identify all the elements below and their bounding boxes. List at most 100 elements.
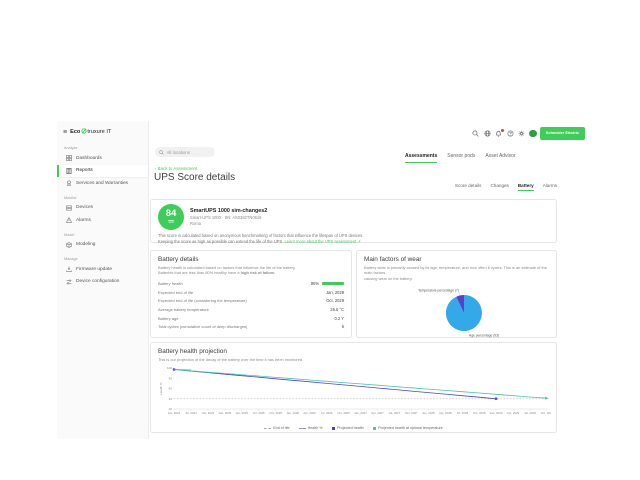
sidebar-item-services-warranties[interactable]: Services and Warranties: [57, 177, 148, 190]
sidebar-item-dashboards[interactable]: Dashboards: [57, 152, 148, 165]
svg-text:Jul, 2027: Jul, 2027: [389, 411, 401, 415]
battery-health-projection-card: Battery health projection This is our pr…: [150, 342, 557, 433]
search-icon: [159, 150, 164, 155]
device-summary: SmartUPS 1000 sim-changes2 Smart-UPS 100…: [190, 208, 267, 227]
score-description-line1: This score is calculated based on anonym…: [158, 233, 363, 238]
wear-subtitle-line2: causing wear on the battery.: [364, 276, 413, 281]
score-gauge: 84 100: [158, 204, 184, 230]
row-label: Battery health: [158, 281, 183, 286]
legend-item[interactable]: End of life: [264, 426, 289, 430]
notification-badge: [501, 129, 504, 132]
row-label: Battery age: [158, 316, 178, 321]
sidebar-item-label: Alarms: [76, 218, 91, 223]
notifications-bell-icon[interactable]: [495, 130, 503, 138]
svg-text:Age percentage (93): Age percentage (93): [469, 334, 499, 338]
sidebar-item-label: Dashboards: [76, 156, 102, 161]
svg-text:Jul, 2025: Jul, 2025: [253, 411, 265, 415]
sidebar-item-firmware-update[interactable]: Firmware update: [57, 263, 148, 276]
reports-icon: [66, 168, 72, 174]
logo-suffix: truxure IT: [87, 129, 111, 135]
subtab-alarms[interactable]: Alarms: [543, 183, 557, 191]
device-location: Roma: [190, 221, 267, 226]
svg-text:Apr, 2029: Apr, 2029: [507, 411, 520, 415]
learn-more-link[interactable]: Learn more about the UPS assessment ↗: [285, 239, 361, 244]
sidebar-section-model: Model: [57, 227, 148, 239]
svg-text:Temperature percentage (7): Temperature percentage (7): [418, 289, 459, 293]
schneider-electric-logo[interactable]: Schneider Electric: [540, 127, 585, 140]
help-icon[interactable]: [506, 130, 514, 138]
app-window: ≡ Ecotruxure IT Analyze Dashboards Repor…: [0, 0, 640, 480]
row-value: 0.2 Y: [335, 316, 345, 321]
table-row: Average battery temperature 26.6 °C: [158, 305, 344, 314]
tab-sensor-pods[interactable]: Sensor pods: [447, 153, 475, 163]
battery-details-rows: Battery health 95% Expected end of life …: [158, 279, 344, 331]
table-row: Expected end of life Jan, 2029: [158, 288, 344, 297]
hamburger-menu-icon[interactable]: ≡: [63, 129, 67, 136]
svg-text:100: 100: [167, 366, 172, 370]
wear-subtitle-line1: Battery wear is primarily caused by its …: [364, 265, 547, 275]
location-search-input[interactable]: All locations: [155, 147, 215, 157]
svg-text:Jan, 2025: Jan, 2025: [219, 411, 232, 415]
legend-swatch: [373, 427, 377, 431]
sidebar-header: ≡ Eco truxure IT: [57, 126, 148, 140]
battery-subtitle-line1: Battery health is calculated based on fa…: [158, 265, 296, 270]
score-max: 100: [168, 220, 174, 225]
sidebar-item-label: Devices: [76, 205, 93, 210]
svg-text:Apr, 2027: Apr, 2027: [371, 411, 384, 415]
device-name: SmartUPS 1000 sim-changes2: [190, 208, 267, 214]
battery-subtitle-line2: Batteries that are less than 80% healthy…: [158, 270, 241, 275]
dashboards-icon: [66, 155, 72, 161]
legend-label: Projected health: [337, 426, 364, 430]
legend-item[interactable]: Health %: [299, 426, 323, 430]
sidebar-item-modeling[interactable]: Modeling: [57, 239, 148, 252]
sidebar-section-monitor: Monitor: [57, 190, 148, 202]
svg-text:Apr, 2024: Apr, 2024: [168, 411, 181, 415]
svg-text:Jan, 2027: Jan, 2027: [354, 411, 367, 415]
score-description: This score is calculated based on anonym…: [158, 233, 549, 245]
legend-label: Projected health at optimal temperature: [378, 426, 443, 430]
wear-pie-chart: Age percentage (93) Temperature percentag…: [364, 282, 549, 345]
legend-swatch: [264, 428, 271, 429]
globe-icon[interactable]: [483, 130, 491, 138]
battery-details-card: Battery details Battery health is calcul…: [150, 250, 352, 338]
back-to-assessment-link[interactable]: ‹ Back to Assessment: [155, 166, 197, 171]
search-icon[interactable]: [472, 130, 480, 138]
svg-text:40: 40: [169, 397, 173, 401]
legend-swatch: [299, 428, 306, 429]
svg-text:Oct, 2026: Oct, 2026: [337, 411, 350, 415]
subtab-score-details[interactable]: Score details: [455, 183, 482, 191]
legend-swatch: [332, 427, 336, 431]
wear-card-title: Main factors of wear: [364, 256, 549, 263]
user-avatar[interactable]: [529, 130, 537, 138]
subtab-battery[interactable]: Battery: [518, 183, 534, 191]
svg-text:Jul, 2029: Jul, 2029: [524, 411, 536, 415]
svg-text:Jan, 2026: Jan, 2026: [286, 411, 299, 415]
sidebar-item-device-configuration[interactable]: Device configuration: [57, 276, 148, 289]
firmware-update-icon: [66, 266, 72, 272]
legend-label: Health %: [308, 426, 323, 430]
table-row: Total cycles (cumulative count of deep d…: [158, 322, 344, 331]
location-search-placeholder: All locations: [167, 150, 190, 155]
ups-score-card: 84 100 SmartUPS 1000 sim-changes2 Smart-…: [150, 199, 557, 243]
sidebar-item-devices[interactable]: Devices: [57, 202, 148, 215]
settings-gear-icon[interactable]: [518, 130, 526, 138]
legend-item[interactable]: Projected health: [332, 426, 364, 430]
services-icon: [66, 180, 72, 186]
row-label: Average battery temperature: [158, 307, 209, 312]
legend-item[interactable]: Projected health at optimal temperature: [373, 426, 443, 430]
subtab-changes[interactable]: Changes: [490, 183, 508, 191]
logo-prefix: Eco: [70, 129, 80, 135]
sidebar-item-alarms[interactable]: Alarms: [57, 214, 148, 227]
svg-text:Jul, 2028: Jul, 2028: [456, 411, 468, 415]
projection-line-chart: Health %10080604020Apr, 2024Jul, 2024Oct…: [158, 364, 549, 425]
sidebar-item-reports[interactable]: Reports: [57, 165, 148, 178]
battery-health-bar: [322, 282, 344, 285]
row-label: Expected end of life (considering the te…: [158, 298, 247, 303]
tab-asset-advisor[interactable]: Asset Advisor: [485, 153, 515, 163]
row-value: 95%: [311, 281, 344, 286]
battery-details-subtitle: Battery health is calculated based on fa…: [158, 265, 344, 276]
ecostruxure-logo: Eco truxure IT: [70, 128, 111, 136]
tab-assessments[interactable]: Assessments: [405, 153, 437, 163]
row-label: Total cycles (cumulative count of deep d…: [158, 324, 247, 329]
chart-legend: End of life Health % Projected health Proje…: [158, 426, 549, 430]
